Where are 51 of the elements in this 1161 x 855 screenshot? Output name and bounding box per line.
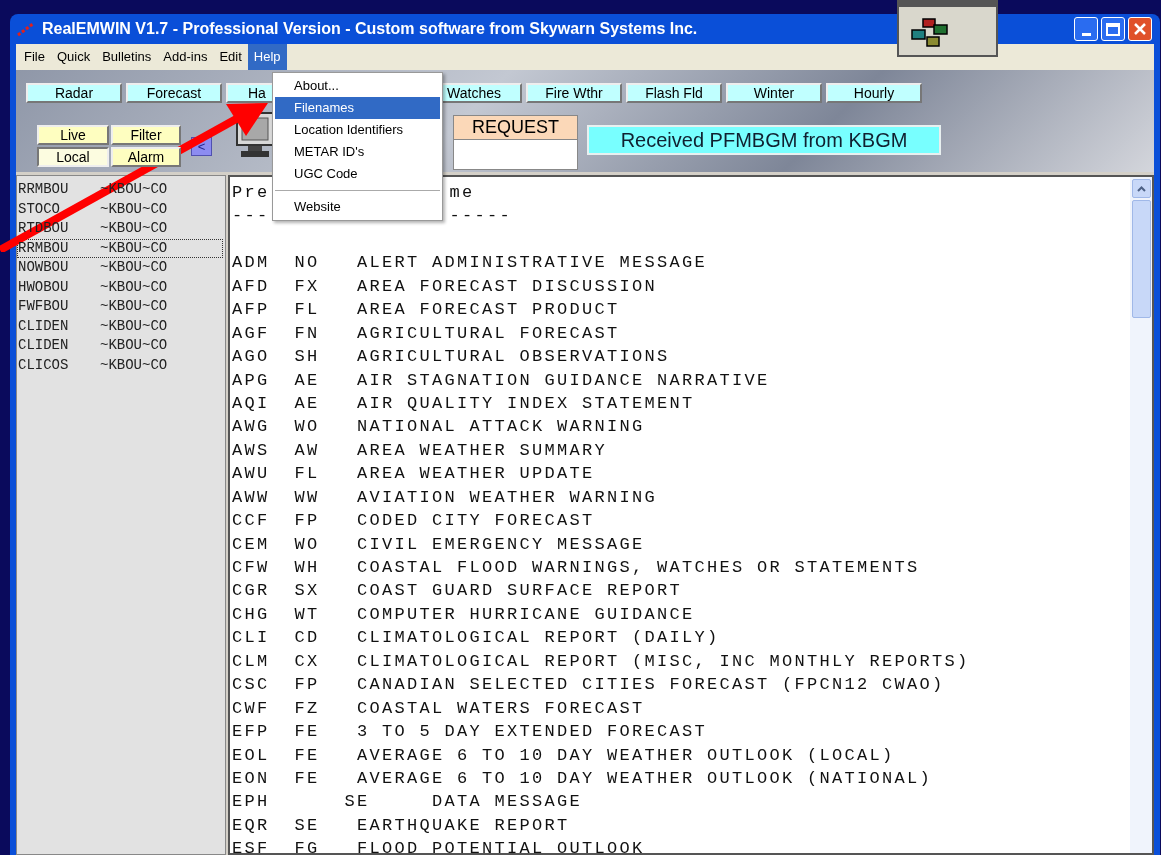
document-line: CFW WH COASTAL FLOOD WARNINGS, WATCHES OR STATEMENTS [232,557,920,579]
product-id: CLIDEN [18,336,70,356]
document-line: CGR SX COAST GUARD SURFACE REPORT [232,580,683,603]
document-line: CEM WO CIVIL EMERGENCY MESSAGE [232,533,645,556]
document-line: CWF FZ COASTAL WATERS FORECAST [232,697,645,720]
status-message: Received PFMBGM from KBGM [587,125,941,155]
request-label: REQUEST [454,116,577,139]
document-line: APG AE AIR STAGNATION GUIDANCE NARRATIVE [232,369,770,392]
header-text: me [449,182,475,204]
product-id: RRMBOU [18,238,70,258]
source-id: ~KBOU~CO [100,316,168,336]
source-id: ~KBOU~CO [100,199,168,219]
document-line: CLM CX CLIMATOLOGICAL REPORT (MISC, INC MONTHLY REPORTS) [232,650,970,673]
document-line: EQR SE EARTHQUAKE REPORT [232,814,570,837]
source-id: ~KBOU~CO [100,258,168,278]
document-line: EPH SE DATA MESSAGE [232,791,583,814]
document-line: AGO SH AGRICULTURAL OBSERVATIONS [232,346,670,369]
document-line: AWS AW AREA WEATHER SUMMARY [232,439,608,462]
document-line: AFD FX AREA FORECAST DISCUSSION [232,275,658,298]
product-id: RRMBOU [18,180,70,200]
source-id: ~KBOU~CO [100,355,168,375]
product-id: CLIDEN [18,316,70,336]
document-line: CCF FP CODED CITY FORECAST [232,510,595,533]
document-line: AWG WO NATIONAL ATTACK WARNING [232,416,645,439]
header-text: Pre [232,182,270,204]
document-line: AQI AE AIR QUALITY INDEX STATEMENT [232,392,695,415]
source-id: ~KBOU~CO [100,297,168,317]
document-line: AGF FN AGRICULTURAL FORECAST [232,322,620,345]
document-line: AFP FL AREA FORECAST PRODUCT [232,299,620,322]
document-line: AWU FL AREA WEATHER UPDATE [232,463,595,486]
product-id: NOWBOU [18,258,70,278]
product-id: FWFBOU [18,297,70,317]
document-line: EOL FE AVERAGE 6 TO 10 DAY WEATHER OUTLOOK (LOCAL) [232,744,895,767]
source-id: ~KBOU~CO [100,277,168,297]
document-line: CHG WT COMPUTER HURRICANE GUIDANCE [232,603,695,626]
product-id: STOCO [18,199,61,219]
rule-text: ----- [449,205,513,228]
source-id: ~KBOU~CO [100,219,168,239]
document-line: ADM NO ALERT ADMINISTRATIVE MESSAGE [232,252,708,275]
document-line: CSC FP CANADIAN SELECTED CITIES FORECAST (FPCN12 CWAO) [232,674,945,697]
window-title: RealEMWIN V1.7 - Professional Version - Custom software from Skywarn Systems Inc. [42,19,698,39]
document-line: CLI CD CLIMATOLOGICAL REPORT (DAILY) [232,627,720,650]
product-id: HWOBOU [18,277,70,297]
source-id: ~KBOU~CO [100,336,168,356]
document-line: EON FE AVERAGE 6 TO 10 DAY WEATHER OUTLOOK (NATIONAL) [232,767,933,790]
document-line: AWW WW AVIATION WEATHER WARNING [232,486,658,509]
product-id: CLICOS [18,355,70,375]
document-line: EFP FE 3 TO 5 DAY EXTENDED FORECAST [232,721,708,744]
document-line: ESF FG FLOOD POTENTIAL OUTLOOK [232,838,645,855]
source-id: ~KBOU~CO [100,238,168,258]
rule-text: --- [232,205,270,228]
